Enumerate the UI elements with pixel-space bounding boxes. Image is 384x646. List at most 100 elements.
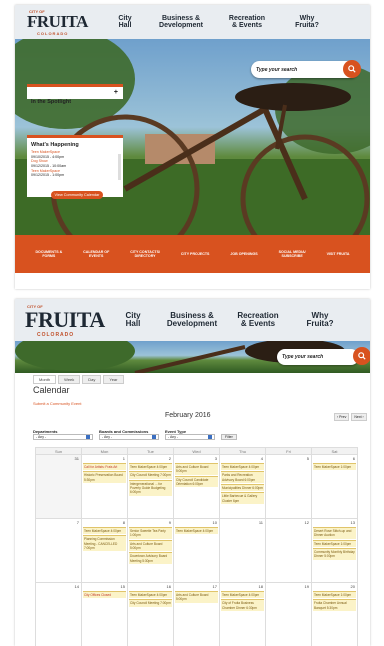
calendar-event[interactable]: Desert Rose Stitch-up and Dinner Auction — [313, 527, 356, 539]
day-number[interactable]: 2 — [169, 456, 171, 461]
day-number[interactable]: 14 — [75, 584, 79, 589]
calendar-event[interactable]: Arts and Culture Board 5:00pm — [175, 591, 218, 603]
quicklink-projects[interactable]: CITY PROJECTS — [181, 252, 210, 256]
calendar-event[interactable]: Fruita Chamber Annual Banquet 5:30pm — [313, 599, 356, 611]
search-button[interactable] — [353, 347, 370, 365]
day-cell[interactable]: 31 — [35, 454, 82, 519]
submit-event-link[interactable]: Submit a Community Event — [33, 401, 81, 406]
day-cell[interactable]: 5 — [265, 454, 312, 519]
calendar-event[interactable]: Parks and Recreation Advisory Board 6:00… — [221, 471, 264, 483]
day-cell[interactable]: 18 Teen MakerSpace 4:00pm City of Fruita B… — [219, 582, 266, 646]
event-type-select[interactable]: - Any - — [165, 434, 215, 440]
day-number[interactable]: 12 — [305, 520, 309, 525]
spotlight-panel[interactable]: In the Spotlight + — [27, 84, 123, 105]
list-item[interactable]: Dog Show 09/12/2015 - 10:00am — [31, 159, 119, 168]
calendar-event[interactable]: City Council Candidate Orientation 6:00p… — [175, 475, 218, 488]
calendar-event[interactable]: Historic Preservation Board 5:30pm — [83, 471, 126, 483]
day-cell[interactable]: 4 Teen MakerSpace 4:00pm Parks and Recreat… — [219, 454, 266, 519]
day-cell[interactable]: 6 Teen MakerSpace 1:00pm — [311, 454, 358, 519]
day-cell[interactable]: 13 Desert Rose Stitch-up and Dinner Aucti… — [311, 518, 358, 583]
view-calendar-button[interactable]: View Community Calendar — [51, 191, 103, 199]
day-cell[interactable]: 17 Arts and Culture Board 5:00pm — [173, 582, 220, 646]
calendar-event[interactable]: Teen MakerSpace 4:00pm — [129, 463, 172, 471]
calendar-event[interactable]: Teen MakerSpace 4:00pm — [83, 527, 126, 535]
day-cell[interactable]: 11 — [219, 518, 266, 583]
nav-recreation[interactable]: Recreation & Events — [217, 5, 277, 39]
day-cell[interactable]: 8 Teen MakerSpace 4:00pm Planning Commissi… — [81, 518, 128, 583]
day-number[interactable]: 13 — [351, 520, 355, 525]
prev-month-button[interactable]: ‹ Prev — [334, 413, 350, 421]
site-logo[interactable]: City of FRUITA COLORADO — [15, 299, 105, 341]
nav-recreation[interactable]: Recreation & Events — [223, 299, 293, 341]
calendar-event[interactable]: Teen MakerSpace 1:00pm — [313, 539, 356, 547]
quicklink-jobs[interactable]: JOB OPENINGS — [230, 252, 257, 256]
day-number[interactable]: 5 — [307, 456, 309, 461]
day-number[interactable]: 17 — [213, 584, 217, 589]
calendar-event[interactable]: Planning Commission Meeting - CANCELLED … — [83, 535, 126, 552]
list-item[interactable]: Teen MakerSpace 09/12/2015 - 1:00pm — [31, 169, 119, 178]
day-number[interactable]: 1 — [123, 456, 125, 461]
search-input[interactable]: Type your search — [277, 349, 359, 365]
day-cell[interactable]: 12 — [265, 518, 312, 583]
day-cell[interactable]: 2 Teen MakerSpace 4:00pm City Council Meet… — [127, 454, 174, 519]
day-number[interactable]: 6 — [353, 456, 355, 461]
nav-why-fruita[interactable]: Why Fruita? — [277, 5, 337, 39]
calendar-event[interactable]: Call for Artists: Frais Art — [83, 463, 126, 471]
day-cell[interactable]: 3 Arts and Culture Board 5:00pm City Counc… — [173, 454, 220, 519]
calendar-event[interactable]: Downtown Advisory Board Meeting 5:30pm — [129, 552, 172, 564]
calendar-event[interactable]: Teen MakerSpace 4:00pm — [221, 591, 264, 599]
day-cell[interactable]: 10 Teen MakerSpace 4:00pm — [173, 518, 220, 583]
quicklink-visit[interactable]: VISIT FRUITA — [327, 252, 350, 256]
calendar-event[interactable]: Arts and Culture Board 5:00pm — [129, 539, 172, 552]
quicklink-contacts[interactable]: CITY CONTACTS/ DIRECTORY — [130, 250, 160, 258]
day-cell[interactable]: 19 — [265, 582, 312, 646]
day-cell[interactable]: 9 Senior Sweetie Tea Party 1:00pm Arts and… — [127, 518, 174, 583]
day-cell[interactable]: 7 — [35, 518, 82, 583]
scrollbar[interactable] — [118, 154, 121, 180]
nav-city-hall[interactable]: City Hall — [105, 299, 161, 341]
day-number[interactable]: 15 — [121, 584, 125, 589]
calendar-event[interactable]: Teen MakerSpace 1:00pm — [313, 591, 356, 599]
list-item[interactable]: Teen MakerSpace 09/10/2015 - 4:00pm — [31, 150, 119, 159]
day-cell[interactable]: 1 Call for Artists: Frais Art Historic Pre… — [81, 454, 128, 519]
nav-business[interactable]: Business & Development — [145, 5, 217, 39]
day-number[interactable]: 7 — [77, 520, 79, 525]
day-number[interactable]: 11 — [259, 520, 263, 525]
calendar-event[interactable]: City Offices Closed — [83, 591, 126, 599]
day-number[interactable]: 4 — [261, 456, 263, 461]
calendar-event[interactable]: City of Fruita Business Chamber Dinner 6… — [221, 599, 264, 611]
expand-plus-icon[interactable]: + — [114, 89, 118, 96]
tab-day[interactable]: Day — [82, 375, 102, 384]
calendar-event[interactable]: City Council Meeting 7:00pm — [129, 599, 172, 607]
day-cell[interactable]: 20 Teen MakerSpace 1:00pm Fruita Chamber A… — [311, 582, 358, 646]
day-number[interactable]: 18 — [259, 584, 263, 589]
tab-year[interactable]: Year — [103, 375, 124, 384]
calendar-event[interactable]: Arts and Culture Board 5:00pm — [175, 463, 218, 475]
calendar-event[interactable]: Community Monthly Birthday Dinner 5:00pm — [313, 547, 356, 560]
day-number[interactable]: 10 — [213, 520, 217, 525]
calendar-event[interactable]: Senior Sweetie Tea Party 1:00pm — [129, 527, 172, 539]
calendar-event[interactable]: Municipalities Dinner 6:00pm — [221, 483, 264, 492]
filter-button[interactable]: Filter — [221, 434, 237, 440]
day-number[interactable]: 3 — [215, 456, 217, 461]
calendar-event[interactable]: Teen MakerSpace 4:00pm — [221, 463, 264, 471]
boards-select[interactable]: - Any - — [99, 434, 159, 440]
day-number[interactable]: 16 — [167, 584, 171, 589]
search-button[interactable] — [343, 60, 361, 78]
calendar-event[interactable]: Little Barbecue & Gallery Cluster 6pm — [221, 492, 264, 504]
day-number[interactable]: 19 — [305, 584, 309, 589]
day-cell[interactable]: 14 — [35, 582, 82, 646]
nav-why-fruita[interactable]: Why Fruita? — [293, 299, 347, 341]
tab-week[interactable]: Week — [58, 375, 81, 384]
quicklink-documents[interactable]: DOCUMENTS & FORMS — [35, 250, 62, 258]
calendar-event[interactable]: Teen MakerSpace 1:00pm — [313, 463, 356, 471]
departments-select[interactable]: - Any - — [33, 434, 93, 440]
day-number[interactable]: 20 — [351, 584, 355, 589]
site-logo[interactable]: City of FRUITA COLORADO — [15, 5, 100, 39]
calendar-event[interactable]: Teen MakerSpace 4:00pm — [129, 591, 172, 599]
calendar-event[interactable]: Teen MakerSpace 4:00pm — [175, 527, 218, 535]
nav-city-hall[interactable]: City Hall — [105, 5, 145, 39]
tab-month[interactable]: Month — [33, 375, 57, 384]
next-month-button[interactable]: Next › — [351, 413, 367, 421]
day-number[interactable]: 31 — [75, 456, 79, 461]
